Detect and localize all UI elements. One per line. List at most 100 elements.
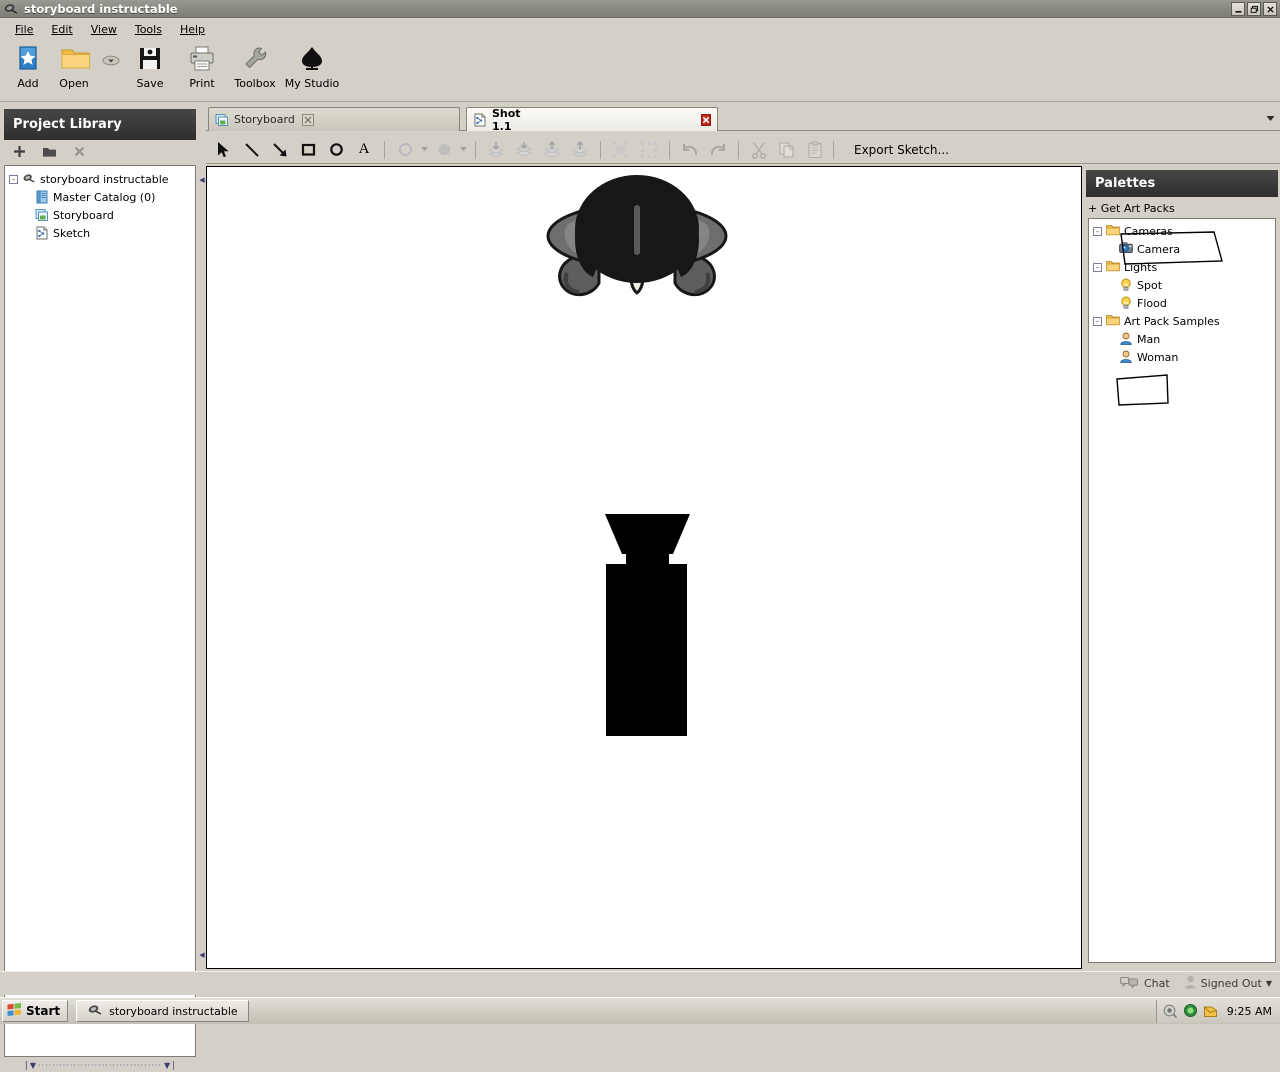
twisty-collapse-icon[interactable]: -	[1093, 226, 1102, 236]
palette-item-flood-label: Flood	[1137, 296, 1167, 310]
palette-item-woman-label: Woman	[1137, 350, 1179, 364]
print-button[interactable]: Print	[176, 40, 228, 98]
palette-item-art-pack-samples[interactable]: - Art Pack Samples	[1089, 312, 1275, 330]
document-tabstrip: Storyboard Shot 1.1	[206, 105, 1280, 133]
add-button-label: Add	[17, 77, 39, 90]
tree-item-master-catalog-label: Master Catalog (0)	[53, 190, 156, 204]
export-sketch-button[interactable]: Export Sketch...	[854, 143, 949, 157]
menu-edit[interactable]: Edit	[42, 21, 81, 38]
text-tool[interactable]: A	[350, 138, 378, 162]
menu-view[interactable]: View	[82, 21, 126, 38]
add-item-icon[interactable]	[4, 145, 34, 162]
menubar: File Edit View Tools Help	[0, 19, 1280, 40]
start-button-label: Start	[26, 1004, 61, 1018]
menu-file[interactable]: File	[6, 21, 42, 38]
send-to-back-tool	[482, 138, 510, 162]
palette-item-woman[interactable]: Woman	[1089, 348, 1275, 366]
palette-item-lights[interactable]: - Lights	[1089, 258, 1275, 276]
send-backward-tool	[510, 138, 538, 162]
tree-item-project-label: storyboard instructable	[40, 172, 169, 186]
line-tool[interactable]	[238, 138, 266, 162]
ungroup-tool	[635, 138, 663, 162]
tree-item-master-catalog[interactable]: Master Catalog (0)	[5, 188, 195, 206]
volume-icon[interactable]	[1163, 1003, 1178, 1021]
palettes-tree[interactable]: - Cameras Camera - Lights Spot Flood - A…	[1088, 218, 1276, 963]
storyboard-icon	[35, 208, 49, 222]
rectangle-tool[interactable]	[294, 138, 322, 162]
taskbar: Start storyboard instructable 9:25 AM	[0, 997, 1280, 1024]
palette-item-flood[interactable]: Flood	[1089, 294, 1275, 312]
twisty-collapse-icon[interactable]: -	[9, 174, 18, 184]
sketch-canvas[interactable]	[206, 166, 1082, 969]
palette-item-camera-label: Camera	[1137, 242, 1181, 256]
new-folder-icon[interactable]	[34, 145, 64, 162]
library-panel-resizer[interactable]: | ▼ ··································· …	[4, 1059, 196, 1072]
my-studio-button[interactable]: My Studio	[282, 40, 342, 98]
open-button[interactable]: Open	[50, 40, 98, 98]
main-toolbar: Add Open Save Print Toolbox My Studio	[0, 40, 1280, 102]
network-icon[interactable]	[1183, 1003, 1198, 1021]
stroke-color-dropdown-icon	[419, 138, 430, 162]
twisty-collapse-icon[interactable]: -	[1093, 316, 1102, 326]
menu-file-label: File	[15, 23, 34, 36]
toolbar-separator	[669, 140, 670, 159]
resizer-handle-bottom-icon[interactable]: ◀	[199, 951, 204, 959]
project-library-tree[interactable]: - storyboard instructable Master Catalog…	[4, 165, 196, 1057]
tree-item-sketch[interactable]: Sketch	[5, 224, 195, 242]
minimize-button[interactable]	[1231, 2, 1245, 16]
update-icon[interactable]	[1203, 1003, 1218, 1021]
tree-item-project[interactable]: - storyboard instructable	[5, 166, 195, 188]
lightbulb-icon	[1119, 278, 1133, 292]
close-button[interactable]	[1263, 2, 1277, 16]
menu-tools-label: Tools	[134, 23, 162, 36]
camera-figure-topdown[interactable]	[605, 514, 690, 736]
palette-item-camera[interactable]: Camera	[1089, 240, 1275, 258]
resizer-handle-right-icon[interactable]: ▼	[164, 1061, 170, 1070]
palette-item-man[interactable]: Man	[1089, 330, 1275, 348]
print-icon	[187, 44, 217, 74]
get-art-packs-link[interactable]: + Get Art Packs	[1088, 202, 1175, 215]
open-recent-dropdown[interactable]	[98, 40, 124, 80]
stroke-color-tool	[391, 138, 419, 162]
palette-item-cameras[interactable]: - Cameras	[1089, 222, 1275, 240]
canvas-left-resizer[interactable]: ◀ ◀	[198, 166, 206, 969]
start-button[interactable]: Start	[2, 1000, 69, 1022]
man-figure-topdown[interactable]	[546, 175, 728, 297]
chat-bubbles-icon	[1119, 976, 1140, 991]
resizer-dots: ···································	[37, 1061, 162, 1070]
taskbar-item-storyboard[interactable]: storyboard instructable	[76, 1000, 249, 1022]
account-status-button[interactable]: Signed Out ▼	[1184, 975, 1272, 992]
tree-item-storyboard[interactable]: Storyboard	[5, 206, 195, 224]
ellipse-tool[interactable]	[322, 138, 350, 162]
palette-item-spot-label: Spot	[1137, 278, 1163, 292]
palette-item-spot[interactable]: Spot	[1089, 276, 1275, 294]
palette-item-art-pack-samples-label: Art Pack Samples	[1124, 314, 1220, 328]
catalog-icon	[35, 190, 49, 204]
window-title: storyboard instructable	[24, 1, 178, 16]
folder-icon	[1106, 260, 1120, 274]
menu-tools[interactable]: Tools	[126, 21, 171, 38]
chevron-down-icon[interactable]: ▼	[1266, 979, 1272, 988]
tab-shot-1-1[interactable]: Shot 1.1	[466, 107, 718, 133]
arrow-tool[interactable]	[266, 138, 294, 162]
twisty-collapse-icon[interactable]: -	[1093, 262, 1102, 272]
add-button[interactable]: Add	[6, 40, 50, 98]
resizer-handle-left-icon[interactable]: ▼	[30, 1061, 36, 1070]
tab-storyboard[interactable]: Storyboard	[208, 107, 460, 131]
menu-edit-label: Edit	[51, 23, 73, 36]
chat-status-button[interactable]: Chat	[1119, 976, 1170, 991]
save-button[interactable]: Save	[124, 40, 176, 98]
select-arrow-tool[interactable]	[210, 138, 238, 162]
tab-overflow-button[interactable]	[1262, 108, 1278, 129]
maximize-button[interactable]	[1247, 2, 1261, 16]
palettes-panel: Palettes + Get Art Packs - Cameras Camer…	[1084, 166, 1280, 969]
menu-help[interactable]: Help	[171, 21, 214, 38]
palettes-title: Palettes	[1095, 176, 1156, 191]
save-floppy-icon	[135, 44, 165, 74]
tab-shot-1-1-close-icon[interactable]	[701, 113, 711, 126]
open-button-label: Open	[59, 77, 89, 90]
tab-storyboard-close-icon[interactable]	[301, 113, 314, 126]
toolbox-button[interactable]: Toolbox	[228, 40, 282, 98]
clock[interactable]: 9:25 AM	[1227, 1005, 1272, 1018]
resizer-handle-top-icon[interactable]: ◀	[199, 176, 204, 184]
